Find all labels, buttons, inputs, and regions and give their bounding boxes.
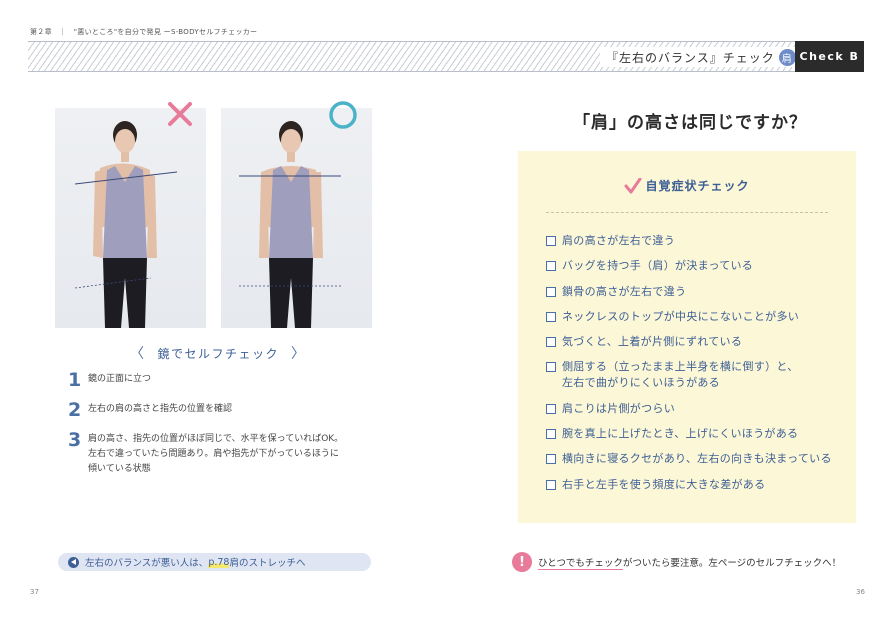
checklist-item[interactable]: 肩の高さが左右で違う: [546, 233, 846, 249]
checklist-item[interactable]: バッグを持つ手（肩）が決まっている: [546, 258, 846, 274]
symptom-checklist-panel: 自覚症状チェック 肩の高さが左右で違う バッグを持つ手（肩）が決まっている 鎖骨…: [518, 151, 856, 523]
checkbox[interactable]: [546, 261, 556, 272]
warning-underlined: ひとつでもチェック: [538, 555, 623, 570]
checklist-item[interactable]: 右手と左手を使う頻度に大きな差がある: [546, 477, 846, 493]
panel-title-text: 自覚症状チェック: [645, 179, 750, 193]
mirror-check-title: 〈 鏡でセルフチェック 〉: [130, 343, 305, 363]
stretch-link-page[interactable]: p.78: [208, 556, 230, 568]
photo-tilted-shoulders: [55, 108, 206, 328]
checkmark-icon: [624, 177, 642, 193]
mirror-check-label: 鏡でセルフチェック: [157, 346, 280, 361]
step-1: 1 鏡の正面に立つ: [68, 370, 378, 390]
play-arrow-icon: [68, 556, 79, 568]
warning-text: がついたら要注意。左ページのセルフチェックへ！: [622, 558, 842, 569]
chapter-header: 第２章 ｜ "悪いところ"を自分で発見 ーS-BODYセルフチェッカー: [30, 28, 258, 36]
section-title-text: 『左右のバランス』チェック: [606, 50, 775, 65]
checklist-item[interactable]: 気づくと、上着が片側にずれている: [546, 334, 846, 350]
correct-circle-icon: [329, 101, 357, 129]
shoulder-badge: 肩: [778, 48, 796, 66]
checklist-item[interactable]: 肩こりは片側がつらい: [546, 401, 846, 417]
checklist-item[interactable]: 側屈する（立ったまま上半身を横に倒す）と、 左右で曲がりにくいほうがある: [546, 359, 846, 391]
page-number-left: 37: [30, 588, 39, 596]
checklist-item[interactable]: 横向きに寝るクセがあり、左右の向きも決まっている: [546, 451, 846, 467]
bracket-right: 〉: [291, 346, 307, 362]
checkbox[interactable]: [546, 236, 556, 246]
step-number: 3: [68, 429, 82, 451]
step-list: 1 鏡の正面に立つ 2 左右の肩の高さと指先の位置を確認 3 肩の高さ、指先の位…: [68, 370, 378, 487]
section-title: 『左右のバランス』チェック 肩: [600, 47, 802, 67]
step-text: 肩の高さ、指先の位置がほぼ同じで、水平を保っていればOK。 左右で違っていたら問…: [88, 434, 344, 474]
checkbox[interactable]: [546, 454, 556, 465]
checkbox[interactable]: [546, 479, 556, 490]
page-number-right: 36: [856, 588, 865, 596]
step-3: 3 肩の高さ、指先の位置がほぼ同じで、水平を保っていればOK。 左右で違っていた…: [68, 430, 378, 477]
exclamation-icon: !: [512, 552, 532, 572]
checkbox[interactable]: [546, 311, 556, 322]
woman-figure-tilted: [74, 121, 178, 328]
step-number: 1: [68, 369, 82, 391]
checkbox[interactable]: [546, 337, 556, 348]
checkbox[interactable]: [546, 362, 556, 373]
step-number: 2: [68, 399, 82, 421]
step-text: 左右の肩の高さと指先の位置を確認: [88, 404, 233, 414]
photo-level-shoulders: [221, 108, 372, 328]
warning-note: ! ひとつでもチェック がついたら要注意。左ページのセルフチェックへ！: [512, 552, 841, 572]
dashed-divider: [546, 212, 828, 213]
check-b-label: Check B: [795, 41, 864, 72]
bracket-left: 〈: [130, 346, 146, 362]
checkbox[interactable]: [546, 403, 556, 414]
symptom-checklist: 肩の高さが左右で違う バッグを持つ手（肩）が決まっている 鎖骨の高さが左右で違う…: [546, 233, 846, 502]
step-2: 2 左右の肩の高さと指先の位置を確認: [68, 400, 378, 420]
stretch-link-pre: 左右のバランスが悪い人は、: [85, 558, 209, 569]
question-title: 「肩」の高さは同じですか？: [573, 113, 807, 133]
checkbox[interactable]: [546, 429, 556, 440]
checklist-item[interactable]: ネックレスのトップが中央にこないことが多い: [546, 309, 846, 325]
step-text: 鏡の正面に立つ: [88, 374, 152, 384]
stretch-link[interactable]: 左右のバランスが悪い人は、 p.78 肩のストレッチへ: [58, 553, 371, 571]
woman-figure-level: [239, 121, 341, 328]
checklist-item[interactable]: 腕を真上に上げたとき、上げにくいほうがある: [546, 426, 846, 442]
incorrect-x-icon: [168, 102, 192, 126]
checklist-item[interactable]: 鎖骨の高さが左右で違う: [546, 284, 846, 300]
stretch-link-post: 肩のストレッチへ: [229, 558, 306, 569]
panel-title: 自覚症状チェック: [518, 177, 856, 194]
checkbox[interactable]: [546, 286, 556, 297]
